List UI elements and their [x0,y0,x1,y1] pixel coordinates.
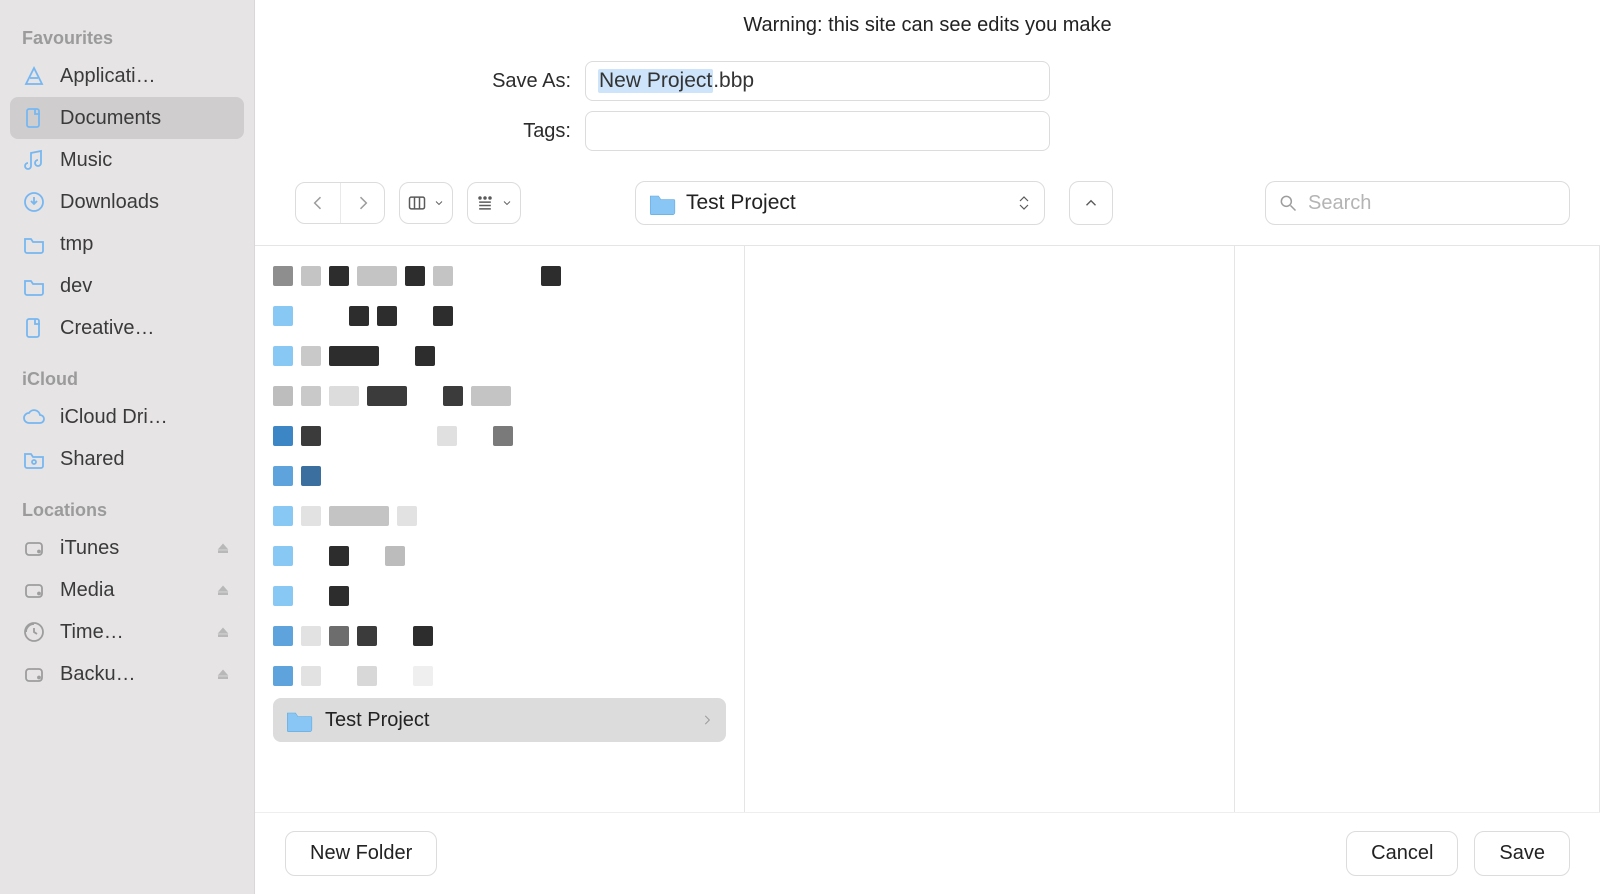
search-input[interactable] [1308,192,1569,215]
forward-button[interactable] [340,183,384,223]
filename-base: New Project [598,69,713,93]
search-icon [1278,193,1298,213]
new-folder-button[interactable]: New Folder [285,831,437,876]
columns-icon [407,193,427,213]
sidebar-item-label: Time… [60,621,208,644]
sidebar-item-downloads[interactable]: Downloads [10,181,244,223]
view-columns-segment [399,182,453,224]
grid-view-button[interactable] [468,183,520,223]
chevron-right-icon [700,713,714,727]
chevron-up-icon [1082,194,1100,212]
sidebar-item-backup[interactable]: Backu… [10,653,244,695]
document-icon [22,316,46,340]
save-as-input[interactable]: New Project.bbp [585,61,1050,101]
sidebar-item-itunes[interactable]: iTunes [10,527,244,569]
chevron-down-icon [433,197,445,209]
cancel-button[interactable]: Cancel [1346,831,1458,876]
browser-column-2[interactable] [745,246,1235,812]
sidebar-item-label: Shared [60,448,232,471]
folder-icon [648,189,676,217]
updown-icon [1016,192,1032,214]
download-icon [22,190,46,214]
eject-icon[interactable] [214,665,232,683]
music-icon [22,148,46,172]
sidebar-item-music[interactable]: Music [10,139,244,181]
cloud-icon [22,405,46,429]
sidebar-item-time[interactable]: Time… [10,611,244,653]
sidebar-item-shared[interactable]: Shared [10,438,244,480]
footer: New Folder Cancel Save [255,812,1600,894]
sidebar-item-label: Media [60,579,208,602]
chevron-left-icon [308,193,328,213]
chevron-right-icon [353,193,373,213]
toolbar: Test Project [255,171,1600,245]
sidebar-item-label: Downloads [60,191,232,214]
browser-column-3[interactable] [1235,246,1600,812]
time-icon [22,620,46,644]
disk-icon [22,578,46,602]
sidebar-item-label: tmp [60,233,232,256]
sidebar-item-documents[interactable]: Documents [10,97,244,139]
section-icloud-header: iCloud [10,349,244,396]
sidebar-item-label: Music [60,149,232,172]
location-dropdown[interactable]: Test Project [635,181,1045,225]
sidebar: Favourites Applicati… Documents Music Do… [0,0,255,894]
back-button[interactable] [296,183,340,223]
section-locations-header: Locations [10,480,244,527]
save-button[interactable]: Save [1474,831,1570,876]
sidebar-item-applications[interactable]: Applicati… [10,55,244,97]
sidebar-item-dev[interactable]: dev [10,265,244,307]
list-item-test-project[interactable]: Test Project [273,698,726,742]
columns-view-button[interactable] [400,183,452,223]
form-area: Save As: New Project.bbp Tags: [255,45,1600,171]
disk-icon [22,662,46,686]
grid-icon [475,193,495,213]
sidebar-item-label: Backu… [60,663,208,686]
eject-icon[interactable] [214,539,232,557]
shared-folder-icon [22,447,46,471]
eject-icon[interactable] [214,581,232,599]
document-icon [22,106,46,130]
apps-icon [22,64,46,88]
warning-text: Warning: this site can see edits you mak… [255,0,1600,45]
obscured-file-list [273,256,726,696]
search-field[interactable] [1265,181,1570,225]
collapse-button[interactable] [1069,181,1113,225]
filename-ext: .bbp [713,69,754,93]
sidebar-item-label: iTunes [60,537,208,560]
browser-column-1[interactable]: Test Project [255,246,745,812]
tags-input[interactable] [585,111,1050,151]
sidebar-item-media[interactable]: Media [10,569,244,611]
sidebar-item-label: Documents [60,107,232,130]
eject-icon[interactable] [214,623,232,641]
folder-icon [285,706,313,734]
list-item-label: Test Project [325,709,700,732]
location-dropdown-label: Test Project [686,191,796,215]
folder-icon [22,274,46,298]
sidebar-item-label: Creative… [60,317,232,340]
main: Warning: this site can see edits you mak… [255,0,1600,894]
sidebar-item-label: iCloud Dri… [60,406,232,429]
sidebar-item-icloud-drive[interactable]: iCloud Dri… [10,396,244,438]
sidebar-item-label: Applicati… [60,65,232,88]
view-grid-segment [467,182,521,224]
file-browser: Test Project [255,245,1600,812]
save-as-label: Save As: [255,70,585,93]
chevron-down-icon [501,197,513,209]
section-favourites-header: Favourites [10,20,244,55]
sidebar-item-creative[interactable]: Creative… [10,307,244,349]
folder-icon [22,232,46,256]
tags-label: Tags: [255,120,585,143]
disk-icon [22,536,46,560]
nav-segment [295,182,385,224]
sidebar-item-tmp[interactable]: tmp [10,223,244,265]
sidebar-item-label: dev [60,275,232,298]
